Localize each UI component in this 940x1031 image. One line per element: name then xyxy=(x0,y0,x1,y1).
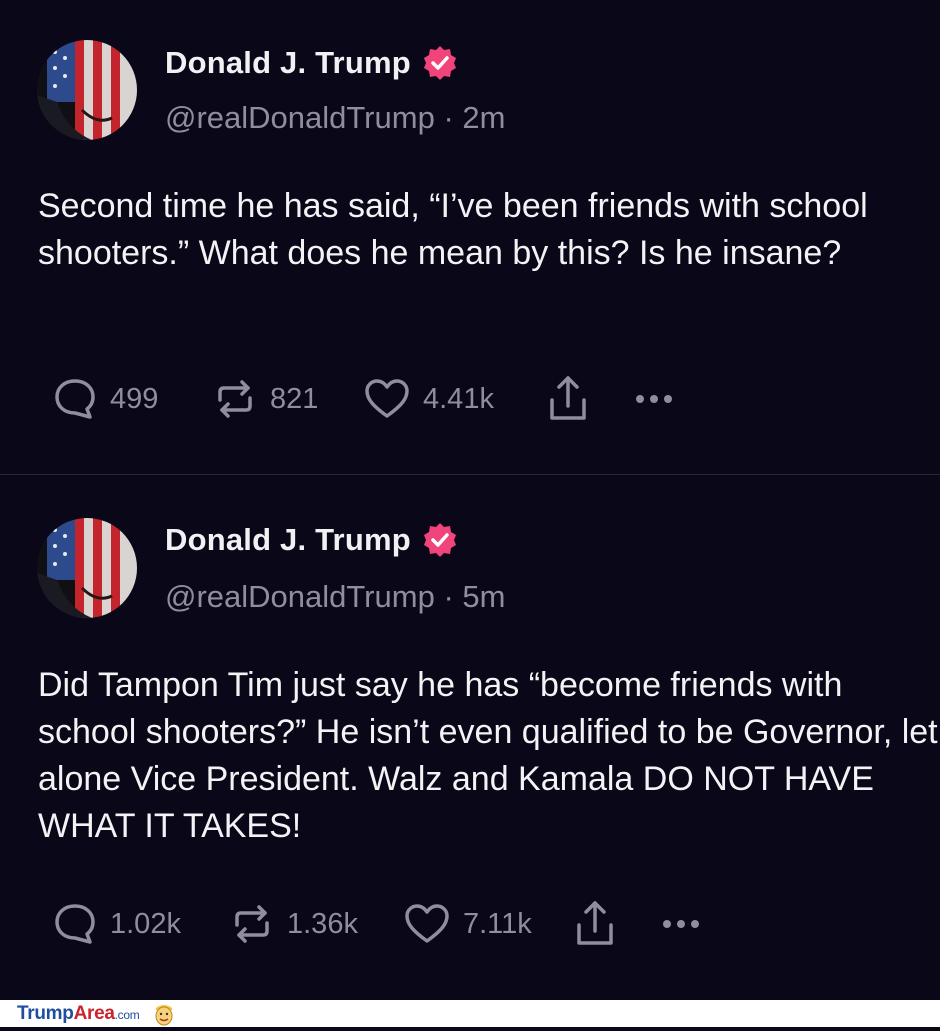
post-time[interactable]: 5m xyxy=(462,579,505,614)
author-handle[interactable]: @realDonaldTrump xyxy=(165,100,435,135)
avatar[interactable] xyxy=(37,518,137,618)
verified-badge-icon xyxy=(421,521,459,559)
logo-part-1: Trump xyxy=(17,1002,74,1024)
handle-row: @realDonaldTrump · 5m xyxy=(165,579,505,615)
post-text: Second time he has said, “I’ve been frie… xyxy=(38,187,868,272)
avatar[interactable] xyxy=(37,40,137,140)
author-name[interactable]: Donald J. Trump xyxy=(165,45,411,81)
reply-icon xyxy=(52,376,98,422)
like-count: 7.11k xyxy=(463,907,532,940)
reply-icon xyxy=(52,901,98,947)
share-button[interactable] xyxy=(546,374,634,424)
reply-button[interactable]: 499 xyxy=(52,376,212,422)
repost-button[interactable]: 821 xyxy=(212,376,363,422)
author-handle[interactable]: @realDonaldTrump xyxy=(165,579,435,614)
separator: · xyxy=(443,579,454,614)
repost-count: 821 xyxy=(270,382,319,415)
handle-row: @realDonaldTrump · 2m xyxy=(165,100,505,136)
separator: · xyxy=(443,100,454,135)
more-button[interactable] xyxy=(634,392,678,406)
author-row: Donald J. Trump xyxy=(165,521,459,559)
action-bar: 1.02k 1.36k 7.11k xyxy=(52,899,705,949)
verified-badge-icon xyxy=(421,44,459,82)
more-button[interactable] xyxy=(661,917,705,931)
post[interactable]: Donald J. Trump @realDonaldTrump · 5m Di… xyxy=(0,475,940,1000)
repost-button[interactable]: 1.36k xyxy=(229,901,403,947)
repost-count: 1.36k xyxy=(287,907,358,940)
like-count: 4.41k xyxy=(423,382,494,415)
action-bar: 499 821 4.41k xyxy=(52,374,678,424)
logo-part-2: Area xyxy=(73,1002,115,1024)
author-row: Donald J. Trump xyxy=(165,44,459,82)
like-button[interactable]: 7.11k xyxy=(403,901,573,947)
like-icon xyxy=(403,901,451,947)
footer-watermark: TrumpArea.com xyxy=(0,1000,940,1027)
author-name[interactable]: Donald J. Trump xyxy=(165,522,411,558)
like-icon xyxy=(363,376,411,422)
logo-part-3: .com xyxy=(114,1007,140,1022)
more-icon xyxy=(661,917,705,931)
share-icon xyxy=(573,899,617,949)
mascot-icon xyxy=(153,1002,175,1026)
like-button[interactable]: 4.41k xyxy=(363,376,546,422)
feed: Donald J. Trump @realDonaldTrump · 2m Se… xyxy=(0,0,940,1000)
post[interactable]: Donald J. Trump @realDonaldTrump · 2m Se… xyxy=(0,0,940,475)
reply-count: 1.02k xyxy=(110,907,181,940)
share-button[interactable] xyxy=(573,899,661,949)
site-logo[interactable]: TrumpArea.com xyxy=(17,1002,140,1025)
post-text: Did Tampon Tim just say he has “become f… xyxy=(38,666,938,845)
reply-count: 499 xyxy=(110,382,159,415)
post-time[interactable]: 2m xyxy=(462,100,505,135)
repost-icon xyxy=(229,901,275,947)
more-icon xyxy=(634,392,678,406)
reply-button[interactable]: 1.02k xyxy=(52,901,229,947)
share-icon xyxy=(546,374,590,424)
repost-icon xyxy=(212,376,258,422)
